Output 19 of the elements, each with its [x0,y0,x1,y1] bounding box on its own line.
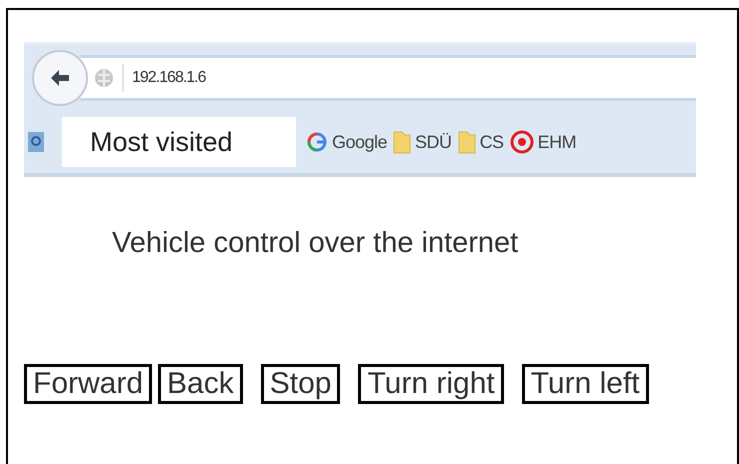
bookmark-item[interactable]: SDÜ [393,130,452,154]
most-visited-field[interactable]: Most visited [62,117,296,167]
back-arrow-icon [49,68,71,88]
control-button[interactable]: Turn right [358,364,504,404]
search-icon[interactable] [28,132,44,152]
folder-icon [393,130,412,154]
bookmark-item[interactable]: CS [458,130,504,154]
url-text: 192.168.1.6 [132,69,206,87]
g-logo-icon [306,131,328,153]
target-icon [510,130,534,154]
bookmark-item[interactable]: EHM [510,130,576,154]
control-button[interactable]: Back [158,364,243,404]
bookmark-item[interactable]: Google [306,131,388,153]
control-button[interactable]: Stop [260,364,340,404]
folder-icon [458,130,476,154]
page-heading: Vehicle control over the internet [112,227,520,260]
control-button[interactable]: Turn left [522,364,649,404]
address-bar[interactable]: 192.168.1.6 [80,55,696,101]
control-button[interactable]: Forward [24,364,152,404]
